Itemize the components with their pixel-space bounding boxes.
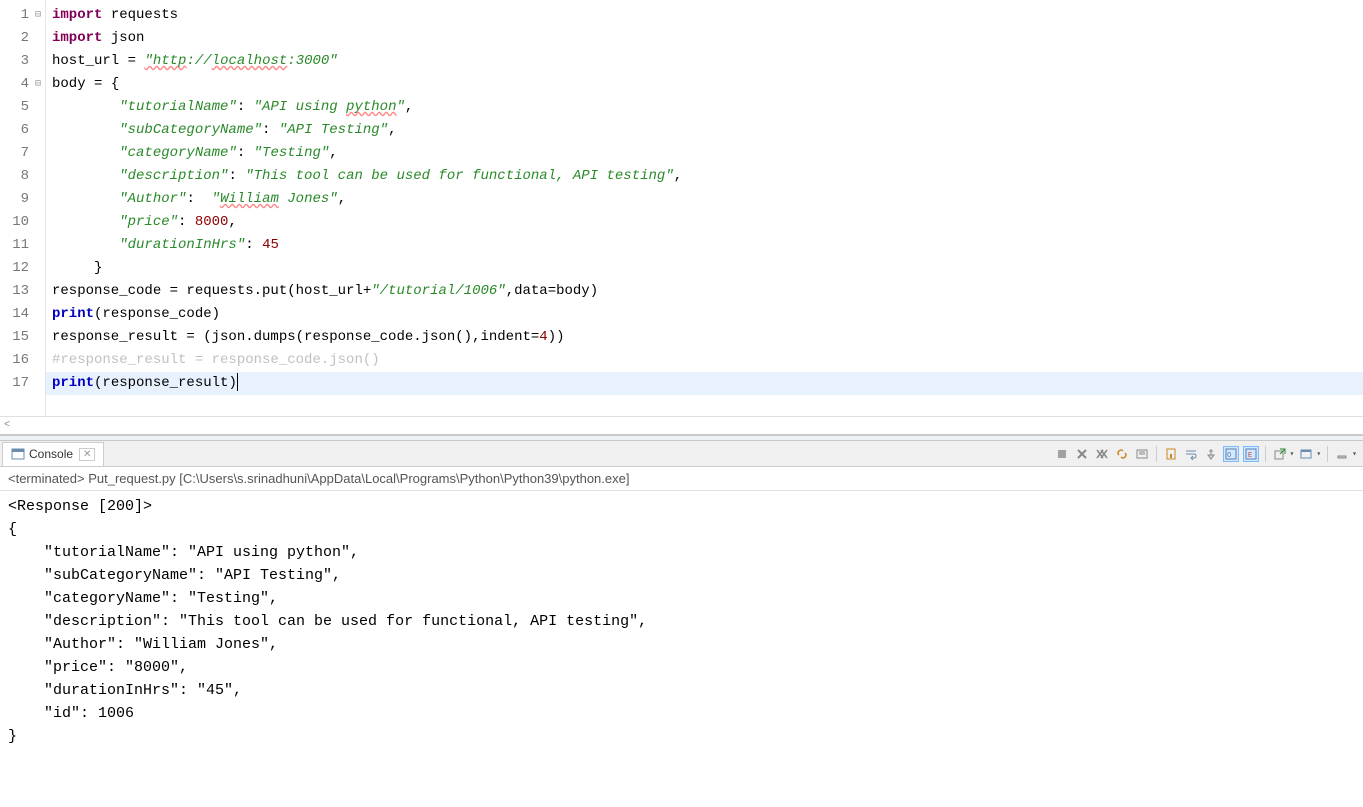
line-number: 5: [0, 96, 45, 119]
code-line[interactable]: body = {: [52, 73, 1363, 96]
console-tabbar: Console ✕ O E ▾ ▾ ▾: [0, 441, 1363, 467]
show-err-icon[interactable]: E: [1243, 446, 1259, 462]
line-number: 2: [0, 27, 45, 50]
console-output-line: "price": "8000",: [8, 656, 1355, 679]
console-pane: Console ✕ O E ▾ ▾ ▾ <terminated> Put_req…: [0, 441, 1363, 807]
console-output-line: "categoryName": "Testing",: [8, 587, 1355, 610]
console-output-line: "durationInHrs": "45",: [8, 679, 1355, 702]
code-line[interactable]: "price": 8000,: [52, 211, 1363, 234]
line-number: 7: [0, 142, 45, 165]
console-output[interactable]: <Response [200]>{ "tutorialName": "API u…: [0, 491, 1363, 807]
svg-text:O: O: [1227, 452, 1231, 460]
code-line[interactable]: import requests: [52, 4, 1363, 27]
console-toolbar: O E ▾ ▾ ▾: [1054, 446, 1357, 462]
line-gutter: 1⊟234⊟567891011121314151617: [0, 0, 46, 416]
clear-console-icon[interactable]: [1134, 446, 1150, 462]
console-icon: [11, 447, 25, 461]
dropdown-arrow-icon[interactable]: ▾: [1352, 449, 1357, 459]
console-output-line: <Response [200]>: [8, 495, 1355, 518]
code-line[interactable]: response_code = requests.put(host_url+"/…: [52, 280, 1363, 303]
line-number: 3: [0, 50, 45, 73]
console-output-line: "subCategoryName": "API Testing",: [8, 564, 1355, 587]
text-cursor: [237, 373, 238, 391]
line-number: 11: [0, 234, 45, 257]
console-output-line: }: [8, 725, 1355, 748]
minimize-icon[interactable]: [1334, 446, 1350, 462]
console-output-line: "tutorialName": "API using python",: [8, 541, 1355, 564]
console-output-line: "id": 1006: [8, 702, 1355, 725]
line-number: 1⊟: [0, 4, 45, 27]
svg-text:E: E: [1248, 452, 1252, 460]
line-number: 17: [0, 372, 45, 395]
display-console-icon[interactable]: [1298, 446, 1314, 462]
horizontal-scrollbar[interactable]: <: [0, 416, 1363, 434]
code-line[interactable]: "tutorialName": "API using python",: [52, 96, 1363, 119]
line-number: 15: [0, 326, 45, 349]
code-editor-pane: 1⊟234⊟567891011121314151617 import reque…: [0, 0, 1363, 435]
code-line[interactable]: response_result = (json.dumps(response_c…: [52, 326, 1363, 349]
line-number: 4⊟: [0, 73, 45, 96]
console-output-line: "Author": "William Jones",: [8, 633, 1355, 656]
code-line[interactable]: "durationInHrs": 45: [52, 234, 1363, 257]
console-output-line: "description": "This tool can be used fo…: [8, 610, 1355, 633]
word-wrap-icon[interactable]: [1183, 446, 1199, 462]
scroll-left-icon[interactable]: <: [4, 420, 10, 431]
pin-console-icon[interactable]: [1203, 446, 1219, 462]
toolbar-separator: [1265, 446, 1266, 462]
line-number: 6: [0, 119, 45, 142]
toolbar-separator: [1156, 446, 1157, 462]
console-tab[interactable]: Console ✕: [2, 442, 104, 466]
console-tab-label: Console: [29, 447, 73, 461]
show-out-icon[interactable]: O: [1223, 446, 1239, 462]
code-line[interactable]: print(response_result): [46, 372, 1363, 395]
line-number: 14: [0, 303, 45, 326]
code-line[interactable]: import json: [52, 27, 1363, 50]
line-number: 10: [0, 211, 45, 234]
code-line[interactable]: host_url = "http://localhost:3000": [52, 50, 1363, 73]
console-output-line: {: [8, 518, 1355, 541]
open-console-icon[interactable]: [1272, 446, 1288, 462]
dropdown-arrow-icon[interactable]: ▾: [1316, 449, 1321, 459]
code-area[interactable]: import requestsimport jsonhost_url = "ht…: [46, 0, 1363, 416]
terminate-icon[interactable]: [1054, 446, 1070, 462]
code-line[interactable]: "description": "This tool can be used fo…: [52, 165, 1363, 188]
line-number: 16: [0, 349, 45, 372]
code-line[interactable]: "categoryName": "Testing",: [52, 142, 1363, 165]
code-line[interactable]: "Author": "William Jones",: [52, 188, 1363, 211]
dropdown-arrow-icon[interactable]: ▾: [1290, 449, 1295, 459]
remove-all-terminated-icon[interactable]: [1094, 446, 1110, 462]
code-line[interactable]: }: [52, 257, 1363, 280]
console-status-line: <terminated> Put_request.py [C:\Users\s.…: [0, 467, 1363, 491]
fold-marker-icon[interactable]: ⊟: [31, 4, 41, 27]
line-number: 8: [0, 165, 45, 188]
line-number: 9: [0, 188, 45, 211]
fold-marker-icon[interactable]: ⊟: [31, 73, 41, 96]
code-line[interactable]: print(response_code): [52, 303, 1363, 326]
code-line[interactable]: #response_result = response_code.json(): [52, 349, 1363, 372]
link-icon[interactable]: [1114, 446, 1130, 462]
line-number: 13: [0, 280, 45, 303]
tab-close-icon[interactable]: ✕: [79, 448, 95, 461]
scroll-lock-icon[interactable]: [1163, 446, 1179, 462]
editor-content: 1⊟234⊟567891011121314151617 import reque…: [0, 0, 1363, 416]
remove-terminated-x-icon[interactable]: [1074, 446, 1090, 462]
code-line[interactable]: "subCategoryName": "API Testing",: [52, 119, 1363, 142]
toolbar-separator: [1327, 446, 1328, 462]
line-number: 12: [0, 257, 45, 280]
